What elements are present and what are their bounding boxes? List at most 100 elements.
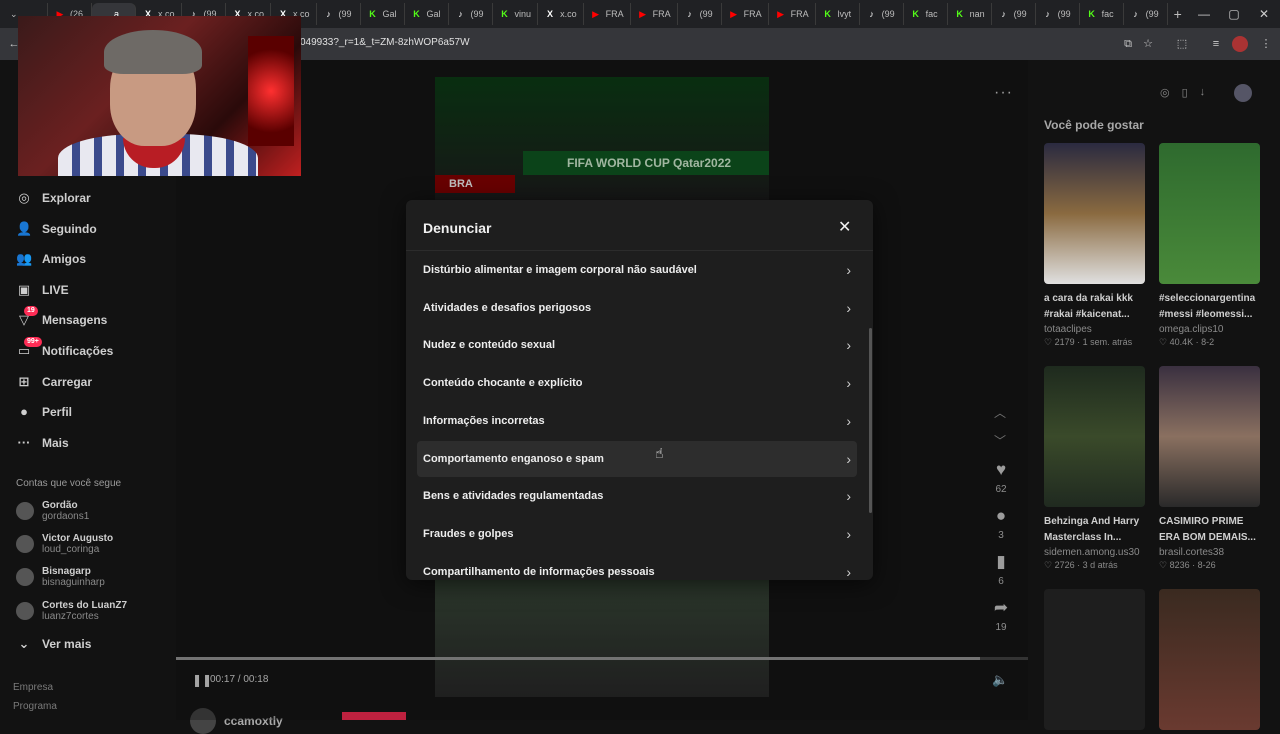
minimize-button[interactable]: — (1188, 0, 1220, 28)
device-icon[interactable]: ▯ (1182, 86, 1188, 99)
browser-tab[interactable]: Xx.co (538, 3, 584, 25)
report-option-label: Comportamento enganoso e spam (423, 452, 604, 465)
account-display-name: Victor Augusto (42, 533, 114, 544)
browser-tab[interactable]: Klvyt (816, 3, 860, 25)
nav-icon: ◎ (18, 190, 30, 205)
report-option[interactable]: Atividades e desafios perigosos › (417, 290, 857, 326)
recommended-video-card[interactable]: a cara da rakai kkk #rakai #kaicenat... t… (1044, 143, 1145, 348)
recommended-video-card[interactable] (1159, 589, 1260, 730)
avatar (16, 535, 34, 553)
browser-tab[interactable]: K Gal (361, 3, 405, 25)
meta-separator: · (1074, 560, 1083, 570)
report-option[interactable]: Nudez e conteúdo sexual › (417, 327, 857, 363)
tab-label: lvyt (837, 9, 852, 19)
video-thumbnail (1159, 589, 1260, 730)
sidebar-item-carregar[interactable]: ⊞ Carregar (16, 370, 92, 394)
browser-tab[interactable]: Knan (948, 3, 992, 25)
sidebar-item-label: Carregar (42, 375, 93, 389)
see-more-link[interactable]: ⌄ Ver mais (16, 632, 92, 656)
browser-tab[interactable]: Kfac (1080, 3, 1124, 25)
avatar (16, 568, 34, 586)
footer-link-empresa[interactable]: Empresa (13, 682, 53, 693)
report-option[interactable]: Conteúdo chocante e explícito › (417, 365, 857, 401)
sidebar-item-amigos[interactable]: 👥 Amigos (16, 247, 86, 271)
browser-tab[interactable]: ♪ (99 (860, 3, 904, 25)
modal-scrollbar[interactable] (869, 328, 872, 513)
recommended-video-card[interactable]: CASIMIRO PRIME ERA BOM DEMAIS... brasil.c… (1159, 366, 1260, 571)
sidebar-item-label: LIVE (42, 283, 69, 297)
maximize-button[interactable]: ▢ (1218, 0, 1250, 28)
sidebar-item-label: Mais (42, 436, 69, 450)
install-app-icon[interactable]: ⧉ (1120, 36, 1136, 52)
avatar[interactable] (1234, 84, 1252, 102)
recommended-video-card[interactable]: #seleccionargentina #messi #leomessi... o… (1159, 143, 1260, 348)
browser-menu-icon[interactable]: ⋮ (1258, 36, 1274, 52)
report-option-label: Distúrbio alimentar e imagem corporal nã… (423, 264, 697, 276)
followed-account[interactable]: Cortes do LuanZ7 luanz7cortes (16, 600, 127, 622)
window-close-button[interactable]: ✕ (1248, 0, 1280, 28)
webcam-light (248, 36, 294, 146)
card-title: a cara da rakai kkk #rakai #kaicenat... (1044, 293, 1133, 320)
report-option[interactable]: Distúrbio alimentar e imagem corporal nã… (417, 252, 857, 288)
report-option[interactable]: Fraudes e golpes › (417, 516, 857, 552)
recommended-video-card[interactable]: Behzinga And Harry Masterclass In... side… (1044, 366, 1145, 571)
meta-separator: · (1074, 337, 1083, 347)
browser-tab[interactable]: ♪ (99 (1124, 3, 1168, 25)
browser-tab[interactable]: ▶ FRA (584, 3, 631, 25)
nav-icon: ··· (17, 435, 31, 450)
hand-cursor-icon: ☝ (655, 445, 664, 461)
followed-account[interactable]: Gordão gordaons1 (16, 500, 89, 522)
sidebar-item-mensagens[interactable]: ▽ 19 Mensagens (16, 306, 107, 332)
download-icon[interactable]: ↓ (1200, 86, 1206, 99)
media-control-icon[interactable]: ≡ (1208, 36, 1224, 52)
sidebar-item-explorar[interactable]: ◎ Explorar (16, 186, 90, 210)
account-username: luanz7cortes (42, 611, 99, 622)
sidebar-item-perfil[interactable]: ● Perfil (16, 400, 72, 424)
browser-tab[interactable]: ▶ FRA (722, 3, 769, 25)
browser-tab[interactable]: ▶ FRA (631, 3, 678, 25)
footer-link-programa[interactable]: Programa (13, 701, 57, 712)
report-option[interactable]: Informações incorretas › (417, 403, 857, 439)
chevron-right-icon: › (846, 412, 851, 429)
url-field[interactable]: 049933?_r=1&_t=ZM-8zhWOP6a57W (300, 37, 470, 48)
tab-favicon-icon: K (413, 9, 420, 19)
extensions-icon[interactable]: ⬚ (1174, 36, 1190, 52)
browser-tab[interactable]: ♪ (99 (678, 3, 722, 25)
account-display-name: Cortes do LuanZ7 (42, 600, 128, 611)
recommended-video-card[interactable] (1044, 589, 1145, 730)
browser-tab[interactable]: ♪ (99 (1036, 3, 1080, 25)
modal-title: Denunciar (423, 220, 492, 236)
tab-label: (99 (470, 9, 484, 19)
browser-tab[interactable]: Kfac (904, 3, 948, 25)
followed-account[interactable]: Bisnagarp bisnaguinharp (16, 566, 105, 588)
report-option[interactable]: Comportamento enganoso e spam › (417, 440, 857, 477)
profile-avatar-icon[interactable] (1232, 36, 1248, 52)
card-username: brasil.cortes38 (1159, 547, 1225, 558)
tab-favicon-icon: ▶ (639, 9, 647, 19)
modal-divider (406, 250, 873, 251)
bookmark-star-icon[interactable]: ☆ (1140, 36, 1156, 52)
tab-favicon-icon: ♪ (869, 9, 874, 19)
report-option[interactable]: Bens e atividades regulamentadas › (417, 478, 857, 514)
browser-tab[interactable]: ♪ (99 (317, 3, 361, 25)
tab-label: FRA (790, 9, 809, 19)
sidebar-item-notificaes[interactable]: ▭ 99+ Notificações (16, 337, 113, 363)
chevron-down-icon: ⌄ (18, 636, 30, 651)
browser-tab[interactable]: ♪ (99 (449, 3, 493, 25)
browser-tab[interactable]: Kvinu (493, 3, 539, 25)
browser-tab[interactable]: ▶ FRA (769, 3, 816, 25)
sidebar-item-live[interactable]: ▣ LIVE (16, 278, 69, 302)
chevron-right-icon: › (846, 337, 851, 354)
card-when: 1 sem. atrás (1082, 337, 1133, 347)
browser-tab[interactable]: ♪ (99 (992, 3, 1036, 25)
close-icon[interactable]: ✕ (838, 217, 851, 237)
tab-favicon-icon: K (912, 9, 919, 19)
report-option-label: Compartilhamento de informações pessoais (423, 565, 655, 578)
followed-account[interactable]: Victor Augusto loud_coringa (16, 533, 113, 555)
sidebar-item-seguindo[interactable]: 👤 Seguindo (16, 217, 97, 241)
report-option[interactable]: Compartilhamento de informações pessoais… (417, 554, 857, 580)
compass-icon[interactable]: ◎ (1160, 86, 1170, 99)
browser-tab[interactable]: K Gal (405, 3, 449, 25)
sidebar-item-mais[interactable]: ··· Mais (16, 431, 69, 455)
report-option-label: Informações incorretas (423, 414, 545, 427)
